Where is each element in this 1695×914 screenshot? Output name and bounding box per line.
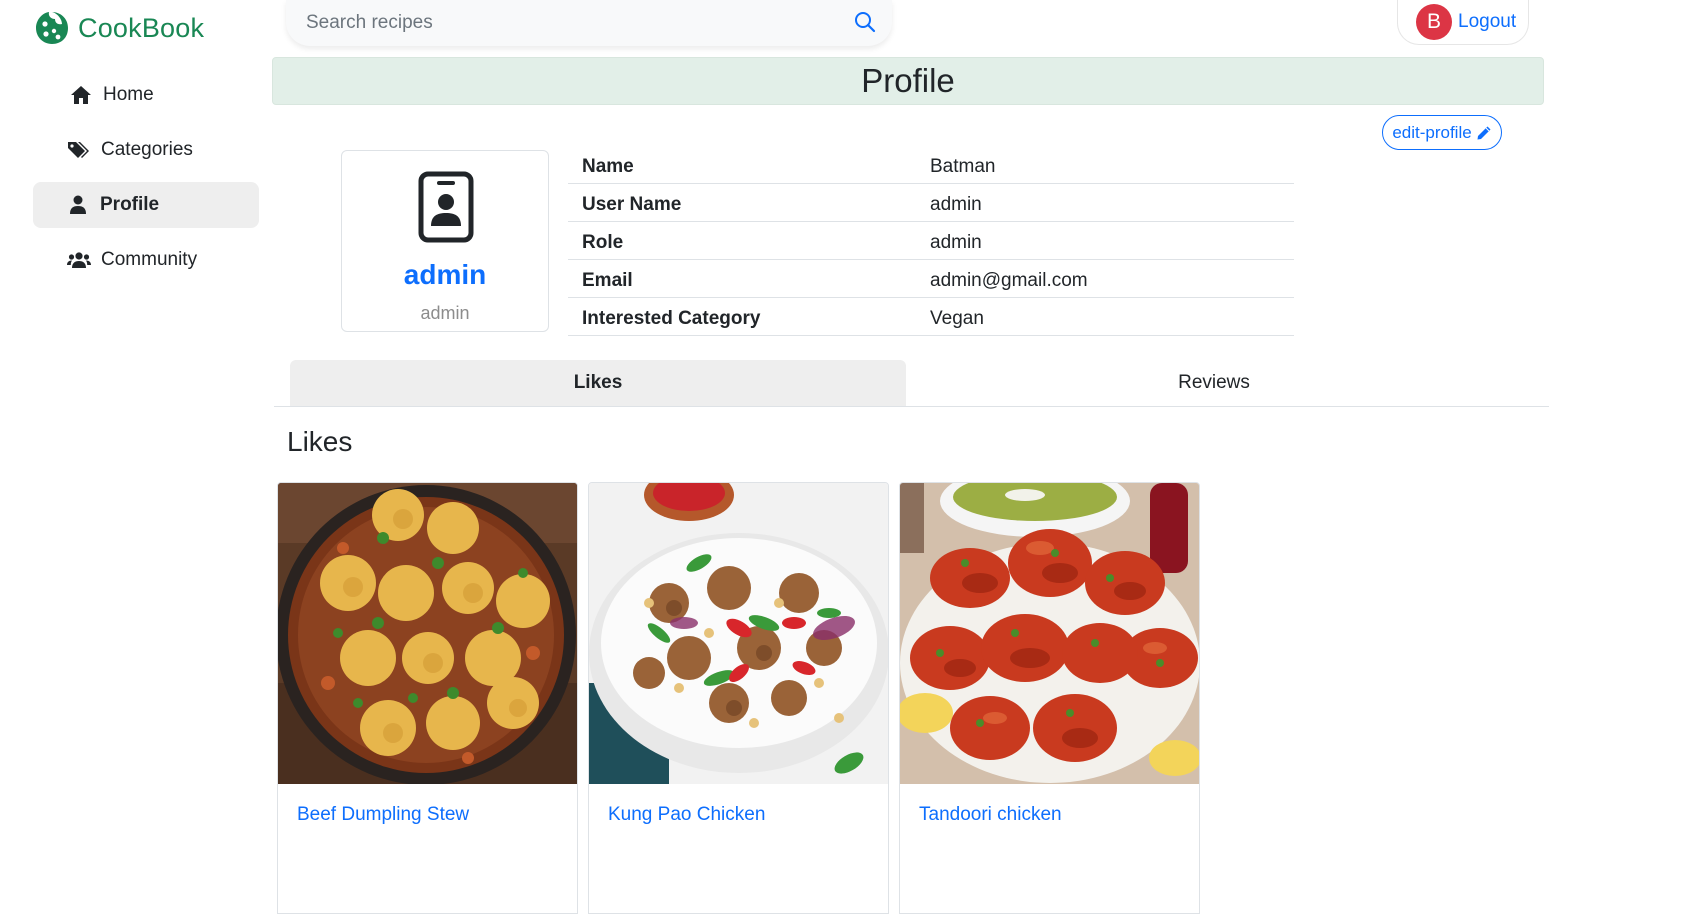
search-icon[interactable] <box>854 11 876 33</box>
page-title: Profile <box>861 62 955 99</box>
profile-role: admin <box>420 303 470 323</box>
detail-row-username: User Name admin <box>568 184 1294 222</box>
search-input[interactable] <box>304 11 824 35</box>
page-title-bar: Profile <box>272 57 1544 105</box>
edit-profile-button[interactable]: edit-profile <box>1382 115 1502 150</box>
profile-username: admin <box>403 259 487 290</box>
sidebar-item-label: Community <box>101 249 198 270</box>
detail-row-role: Role admin <box>568 222 1294 260</box>
logout-button[interactable]: B Logout <box>1397 0 1529 45</box>
detail-value: admin@gmail.com <box>930 269 1088 291</box>
sidebar-item-profile[interactable]: Profile <box>33 182 259 228</box>
sidebar-item-categories[interactable]: Categories <box>33 127 259 173</box>
users-icon <box>67 250 91 270</box>
tab-likes[interactable]: Likes <box>290 360 906 406</box>
sidebar-item-label: Categories <box>101 139 193 160</box>
detail-value: Batman <box>930 155 996 177</box>
cookie-icon <box>36 12 68 44</box>
logout-label: Logout <box>1458 11 1517 32</box>
recipe-card[interactable]: Beef Dumpling Stew <box>277 482 578 914</box>
detail-row-name: Name Batman <box>568 146 1294 184</box>
pencil-icon <box>1477 126 1491 139</box>
sidebar-item-label: Home <box>103 84 154 105</box>
brand-name: CookBook <box>78 12 205 43</box>
recipe-card[interactable]: Kung Pao Chicken <box>588 482 889 914</box>
section-heading: Likes <box>287 426 353 457</box>
recipe-image-kung-pao-chicken[interactable] <box>589 483 889 784</box>
detail-row-category: Interested Category Vegan <box>568 298 1294 336</box>
detail-value: admin <box>930 193 982 215</box>
profile-card: admin admin <box>341 150 549 332</box>
search-bar <box>286 0 892 46</box>
id-badge-icon <box>418 171 474 243</box>
detail-key: Email <box>582 269 633 291</box>
recipe-image-tandoori-chicken[interactable] <box>900 483 1200 784</box>
recipe-title[interactable]: Kung Pao Chicken <box>589 784 888 826</box>
detail-key: Role <box>582 231 624 253</box>
tags-icon <box>67 140 91 160</box>
detail-value: admin <box>930 231 982 253</box>
detail-key: Name <box>582 155 634 177</box>
recipe-card[interactable]: Tandoori chicken <box>899 482 1200 914</box>
home-icon <box>69 85 93 105</box>
profile-details-table: Name Batman User Name admin Role admin E… <box>568 146 1294 336</box>
sidebar-item-community[interactable]: Community <box>33 237 259 283</box>
recipe-title[interactable]: Tandoori chicken <box>900 784 1199 826</box>
detail-key: Interested Category <box>582 307 761 329</box>
sidebar-item-home[interactable]: Home <box>33 72 259 118</box>
detail-row-email: Email admin@gmail.com <box>568 260 1294 298</box>
tab-reviews[interactable]: Reviews <box>906 360 1522 406</box>
profile-tabs: Likes Reviews <box>274 360 1549 407</box>
user-icon <box>66 195 90 215</box>
recipe-card-list: Beef Dumpling Stew Kung Pao Chicken Tand… <box>277 482 1200 914</box>
sidebar-item-label: Profile <box>100 194 160 215</box>
recipe-title[interactable]: Beef Dumpling Stew <box>278 784 577 826</box>
avatar: B <box>1416 4 1452 40</box>
sidebar-nav: Home Categories Profile Community <box>33 72 259 292</box>
edit-profile-label: edit-profile <box>1392 122 1472 142</box>
detail-value: Vegan <box>930 307 984 329</box>
brand-logo[interactable]: CookBook <box>34 10 204 46</box>
recipe-image-beef-dumpling-stew[interactable] <box>278 483 578 784</box>
detail-key: User Name <box>582 193 682 215</box>
